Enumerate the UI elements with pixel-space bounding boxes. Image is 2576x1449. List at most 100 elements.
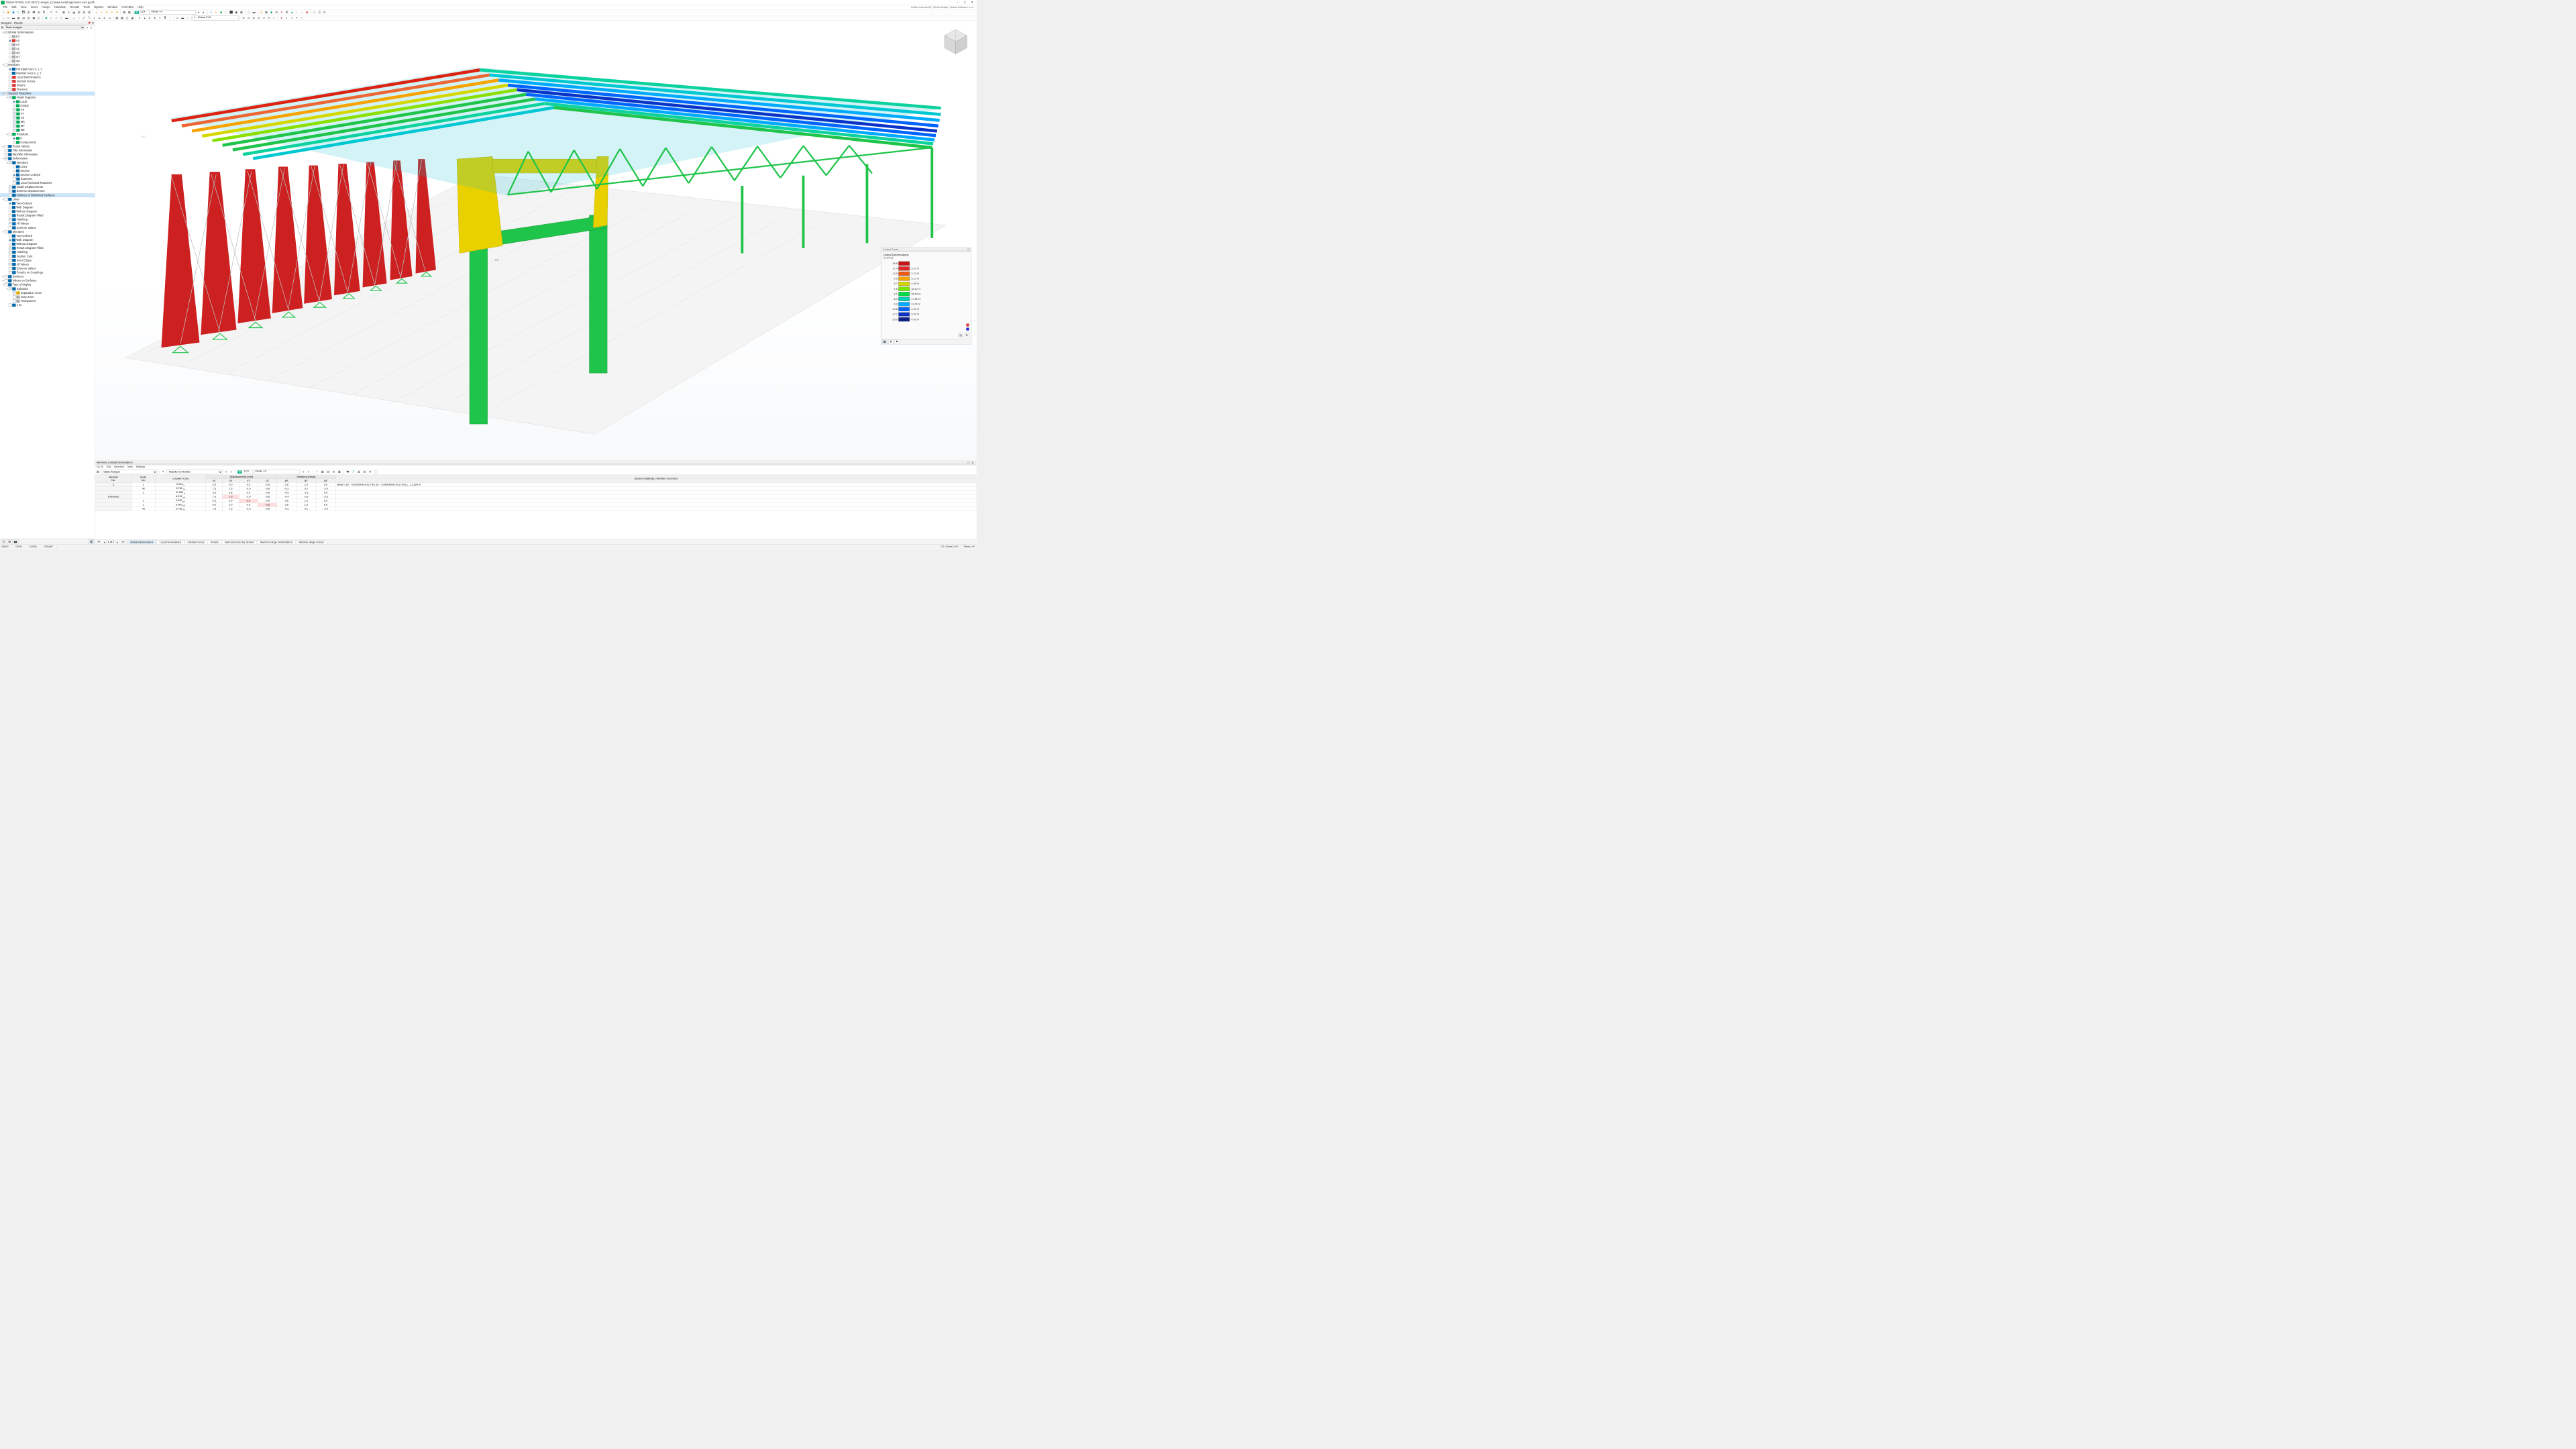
control-panel-header[interactable]: Control Panel ▢ (881, 248, 971, 252)
tgl-1[interactable]: ↘ (209, 10, 213, 15)
tile-h-icon[interactable]: ⬓ (72, 10, 76, 15)
menu-assign[interactable]: Assign (40, 6, 52, 9)
r2-44[interactable]: ⊙ (262, 15, 266, 20)
tree-checkbox[interactable] (13, 113, 16, 116)
results-tab-6[interactable]: Member Hinge Forces (296, 540, 327, 543)
menu-tools[interactable]: Tools (81, 6, 92, 9)
tree-checkbox[interactable] (9, 267, 12, 270)
lc-name-combo[interactable]: Viento +X (150, 10, 195, 15)
results-menu-settings[interactable]: Settings (136, 466, 146, 468)
q13[interactable]: ⚙ (323, 10, 327, 15)
tree-radio[interactable] (9, 243, 11, 246)
tree-checkbox[interactable] (13, 178, 16, 181)
tgl-2[interactable]: ✦ (214, 10, 219, 15)
results-menu-view[interactable]: View (127, 466, 133, 468)
results-lc-prev[interactable]: ◂ (301, 470, 305, 474)
r2-07[interactable]: ▣ (32, 15, 36, 20)
tree-checkbox[interactable] (13, 125, 16, 128)
report-button[interactable]: ▤ (37, 10, 42, 15)
tree-radio[interactable] (13, 166, 15, 168)
tree-checkbox[interactable] (5, 283, 8, 286)
coord-combo[interactable]: 1 - Global XYZ (193, 15, 238, 20)
tree-checkbox[interactable] (9, 226, 12, 229)
menu-calculate[interactable]: Calculate (52, 6, 68, 9)
r2-20[interactable]: ∠ (102, 15, 107, 20)
grid-icon[interactable]: ▦ (122, 10, 127, 15)
tree-radio[interactable] (9, 206, 11, 209)
tree-checkbox[interactable] (5, 153, 8, 156)
menu-window[interactable]: Window (105, 6, 119, 9)
rtb-4[interactable]: ⊞ (331, 470, 336, 474)
tree-checkbox[interactable] (5, 64, 8, 67)
tree-radio[interactable] (9, 68, 11, 70)
results-next-type[interactable]: ▸ (229, 470, 234, 474)
navigator-close-icon[interactable]: ✕ (92, 21, 94, 24)
r2-34[interactable]: ▬ (180, 15, 185, 20)
r2-48[interactable]: ◐ (284, 15, 289, 20)
panel-icon[interactable]: ▥ (76, 10, 81, 15)
q1[interactable]: ◳ (259, 10, 264, 15)
menu-options[interactable]: Options (92, 6, 105, 9)
analysis-next[interactable]: ▸ (89, 25, 94, 30)
rtb-7[interactable]: X (351, 470, 356, 474)
tree-checkbox[interactable] (9, 190, 12, 193)
results-analysis-combo[interactable]: Static Analysis (101, 470, 157, 474)
tree-checkbox[interactable] (9, 96, 12, 99)
rtb-11[interactable]: ⓘ (374, 470, 378, 474)
tree-radio[interactable] (13, 174, 15, 176)
tree-checkbox[interactable] (13, 182, 16, 185)
tree-radio[interactable] (9, 210, 11, 213)
r2-22[interactable]: ▦ (115, 15, 119, 20)
r2-40[interactable]: ⊕ (241, 15, 246, 20)
tree-checkbox[interactable] (9, 186, 12, 189)
r2-45[interactable]: ✕ (267, 15, 272, 20)
tree-checkbox[interactable] (13, 121, 16, 124)
tree-checkbox[interactable] (9, 133, 12, 136)
r2-02[interactable]: ▭ (6, 15, 11, 20)
tree-checkbox[interactable] (5, 230, 8, 233)
results-grid[interactable]: MemberNo. NodeNo. Location x [m] Displac… (95, 475, 977, 540)
tree-radio[interactable] (9, 72, 11, 74)
q12[interactable]: ⎚ (317, 10, 322, 15)
tree-checkbox[interactable] (5, 279, 8, 282)
tree-checkbox[interactable] (9, 76, 12, 79)
r2-43[interactable]: ⊘ (257, 15, 262, 20)
r2-10[interactable]: □ (49, 15, 54, 20)
close-button[interactable]: ✕ (969, 0, 976, 5)
tree-radio[interactable] (9, 48, 11, 50)
status-toggle-grid[interactable]: GRID (15, 545, 21, 548)
r2-18[interactable]: ⊥ (92, 15, 97, 20)
tree-checkbox[interactable] (9, 247, 12, 250)
open-recent-button[interactable]: ▣ (11, 10, 16, 15)
tree-radio[interactable] (9, 56, 11, 58)
q8[interactable]: ⋮ (294, 10, 299, 15)
r2-12[interactable]: ▢ (59, 15, 64, 20)
r2-25[interactable]: ◪ (130, 15, 135, 20)
r2-17[interactable]: ⤡ (87, 15, 92, 20)
q10[interactable]: ◉ (305, 10, 309, 15)
results-max-icon[interactable]: ▢ (966, 460, 971, 465)
minimize-button[interactable]: ─ (954, 0, 961, 5)
r2-01[interactable]: ⬚ (1, 15, 6, 20)
pager-last[interactable]: ⏭ (121, 540, 125, 545)
r2-31[interactable]: ≣ (163, 15, 168, 20)
tree-radio[interactable] (9, 202, 11, 205)
tree-checkbox[interactable] (9, 271, 12, 274)
menu-results[interactable]: Results (68, 6, 81, 9)
rtb-5[interactable]: ▣ (337, 470, 341, 474)
r2-27[interactable]: ▴ (142, 15, 147, 20)
r2-41[interactable]: ⊖ (246, 15, 251, 20)
tree-checkbox[interactable] (9, 194, 12, 197)
reload-button[interactable]: ↻ (16, 10, 21, 15)
results-tab-0[interactable]: Global Deformations (127, 540, 156, 543)
rtb-9[interactable]: ▤ (362, 470, 367, 474)
results-lcname-combo[interactable]: Viento +X (254, 470, 300, 474)
tree-checkbox[interactable] (13, 300, 16, 303)
tree-radio[interactable] (13, 141, 15, 144)
r2-16[interactable]: ⤢ (82, 15, 87, 20)
ctrl-tab-colors[interactable]: ▦ (882, 339, 888, 344)
end-2[interactable]: ▬ (252, 10, 256, 15)
r2-11[interactable]: ▱ (54, 15, 59, 20)
r2-06[interactable]: ▥ (26, 15, 31, 20)
tree-radio[interactable] (9, 60, 11, 62)
